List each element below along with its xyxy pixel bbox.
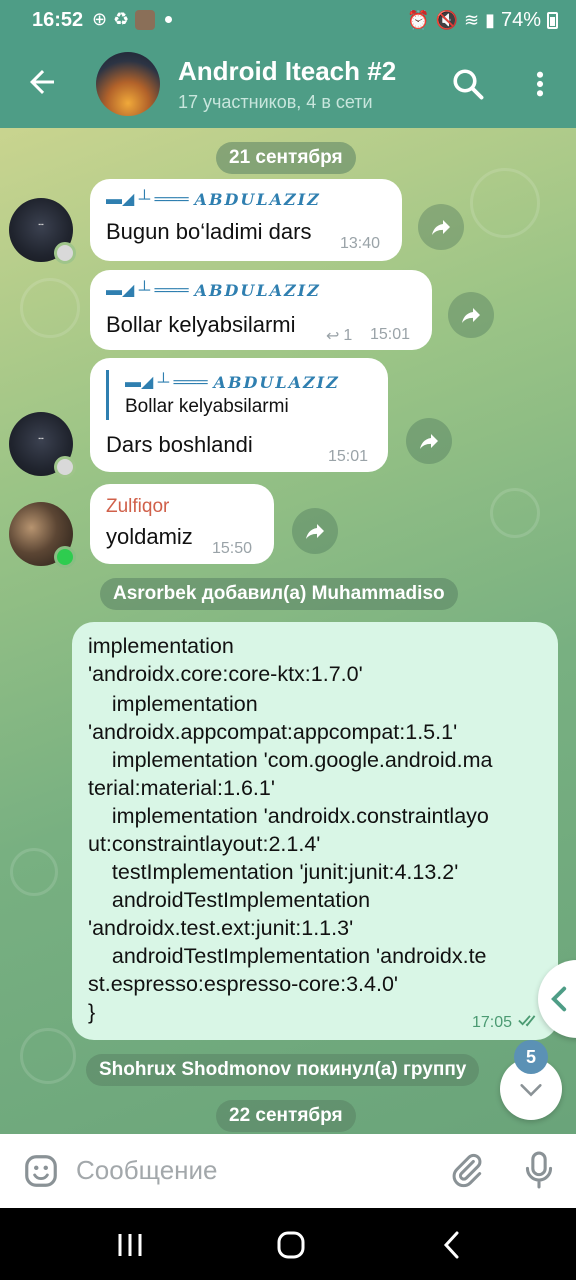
alarm-icon: ⏰ (407, 10, 430, 30)
emoji-icon[interactable] (22, 1152, 60, 1190)
status-notification-icons: ⊕ ♻ (92, 9, 173, 30)
sender-name[interactable]: Zulfiqor (106, 496, 169, 518)
signal-icon: ▮ (485, 10, 495, 30)
recycle-icon: ♻ (113, 9, 130, 29)
wifi-icon: ≋ (463, 10, 480, 30)
message-bubble[interactable]: ▬◢ ┴ ═══ ABDULAZIZ Bollar kelyabsilarmi … (90, 358, 388, 472)
reply-quote[interactable]: ▬◢ ┴ ═══ ABDULAZIZ Bollar kelyabsilarmi (106, 370, 338, 420)
wallpaper-doodle (470, 168, 540, 238)
status-bar: 16:52 ⊕ ♻ ⏰ 🔇 ≋ ▮ 74% (0, 0, 576, 42)
offline-status-dot (54, 242, 76, 264)
message-bubble[interactable]: ▬◢ ┴ ═══ ABDULAZIZ Bugun bo‘ladimi dars … (90, 179, 402, 261)
chat-area[interactable]: 21 сентября ▪▪▪ ▬◢ ┴ ═══ ABDULAZIZ Bugun… (0, 128, 576, 1134)
online-status-dot (54, 546, 76, 568)
group-members-status[interactable]: 17 участников, 4 в сети (178, 92, 373, 113)
date-separator: 22 сентября (216, 1100, 356, 1132)
nav-back-icon[interactable] (440, 1230, 464, 1260)
message-input[interactable] (76, 1150, 436, 1190)
avatar[interactable]: ▪▪▪ (9, 198, 76, 264)
code-line: androidTestImplementation 'androidx.te (88, 944, 487, 968)
code-line: 'androidx.appcompat:appcompat:1.5.1' (88, 720, 458, 744)
wallpaper-doodle (20, 278, 80, 338)
chevron-left-icon (551, 986, 567, 1012)
message-text: yoldamiz (106, 524, 193, 549)
avatar[interactable]: ▪▪▪ (9, 412, 76, 478)
message-meta: 17:05 (472, 1014, 542, 1032)
code-line: 'androidx.test.ext:junit:1.1.3' (88, 916, 354, 940)
paperclip-icon[interactable] (448, 1152, 486, 1190)
code-line: terial:material:1.6.1' (88, 776, 275, 800)
message-bubble[interactable]: ▬◢ ┴ ═══ ABDULAZIZ Bollar kelyabsilarmi … (90, 270, 432, 350)
forward-icon[interactable] (448, 292, 494, 338)
message-text: Bollar kelyabsilarmi (106, 312, 296, 337)
microphone-icon[interactable] (520, 1150, 558, 1190)
sender-name[interactable]: ▬◢ ┴ ═══ ABDULAZIZ (106, 278, 321, 302)
double-check-icon (518, 1014, 542, 1032)
recent-apps-icon[interactable] (116, 1232, 144, 1258)
forward-icon[interactable] (418, 204, 464, 250)
more-notifications-dot-icon (165, 16, 173, 23)
message-time: 15:50 (212, 540, 253, 557)
wallpaper-doodle (10, 848, 58, 896)
avatar-art: ▪▪▪ (38, 436, 44, 442)
avatar-art: ▪▪▪ (38, 222, 44, 228)
code-line: st.espresso:espresso-core:3.4.0' (88, 972, 399, 996)
mute-icon: 🔇 (435, 10, 458, 30)
forward-icon[interactable] (292, 508, 338, 554)
home-icon[interactable] (276, 1230, 306, 1260)
search-icon[interactable] (450, 66, 486, 102)
message-time: 15:01 (328, 448, 369, 465)
battery-percent: 74% (500, 9, 541, 31)
sender-name[interactable]: ▬◢ ┴ ═══ ABDULAZIZ (106, 187, 321, 211)
message-time: 15:01 (370, 326, 411, 343)
status-time: 16:52 (32, 9, 84, 31)
date-separator: 21 сентября (216, 142, 356, 174)
wallpaper-doodle (490, 488, 540, 538)
message-time: 17:05 (471, 1014, 512, 1031)
code-line: implementation 'androidx.constraintlayo (88, 804, 489, 828)
outgoing-message-bubble[interactable]: implementation 'androidx.core:core-ktx:1… (72, 622, 558, 1040)
code-line: testImplementation 'junit:junit:4.13.2' (88, 860, 459, 884)
chat-header: Android Iteach #2 17 участников, 4 в сет… (0, 42, 576, 128)
code-line: implementation 'com.google.android.ma (88, 748, 493, 772)
code-line: 'androidx.core:core-ktx:1.7.0' (88, 662, 363, 686)
code-line: } (88, 1000, 96, 1024)
service-message: Asrorbek добавил(а) Muhammadiso (100, 578, 458, 610)
code-line: ut:constraintlayout:2.1.4' (88, 832, 321, 856)
code-line: implementation (88, 634, 234, 658)
system-nav-bar (0, 1208, 576, 1280)
message-time: 13:40 (340, 235, 381, 252)
reply-arrow-icon: ↩ (326, 328, 340, 345)
battery-icon (547, 12, 558, 29)
wallpaper-doodle (20, 1028, 76, 1084)
offline-status-dot (54, 456, 76, 478)
code-line: implementation (88, 692, 258, 716)
quoted-sender-name: ▬◢ ┴ ═══ ABDULAZIZ (125, 372, 340, 392)
add-circle-icon: ⊕ (92, 9, 108, 29)
message-bubble[interactable]: Zulfiqor yoldamiz 15:50 (90, 484, 274, 564)
avatar[interactable] (9, 502, 76, 568)
chevron-down-icon (520, 1084, 542, 1097)
unread-count-badge: 5 (514, 1040, 548, 1074)
message-composer (0, 1134, 576, 1208)
more-vert-icon[interactable] (524, 66, 556, 102)
message-text: Bugun bo‘ladimi dars (106, 219, 312, 244)
group-title[interactable]: Android Iteach #2 (178, 56, 396, 87)
quoted-text: Bollar kelyabsilarmi (125, 396, 289, 417)
group-avatar[interactable] (96, 52, 160, 116)
reply-count[interactable]: ↩ 1 (326, 326, 352, 346)
status-system-icons: ⏰ 🔇 ≋ ▮ 74% (407, 9, 558, 32)
message-text: Dars boshlandi (106, 432, 253, 457)
notification-avatar-icon (135, 9, 156, 30)
back-arrow-icon[interactable] (24, 64, 60, 100)
code-line: androidTestImplementation (88, 888, 371, 912)
service-message: Shohrux Shodmonov покинул(а) группу (86, 1054, 480, 1086)
forward-icon[interactable] (406, 418, 452, 464)
